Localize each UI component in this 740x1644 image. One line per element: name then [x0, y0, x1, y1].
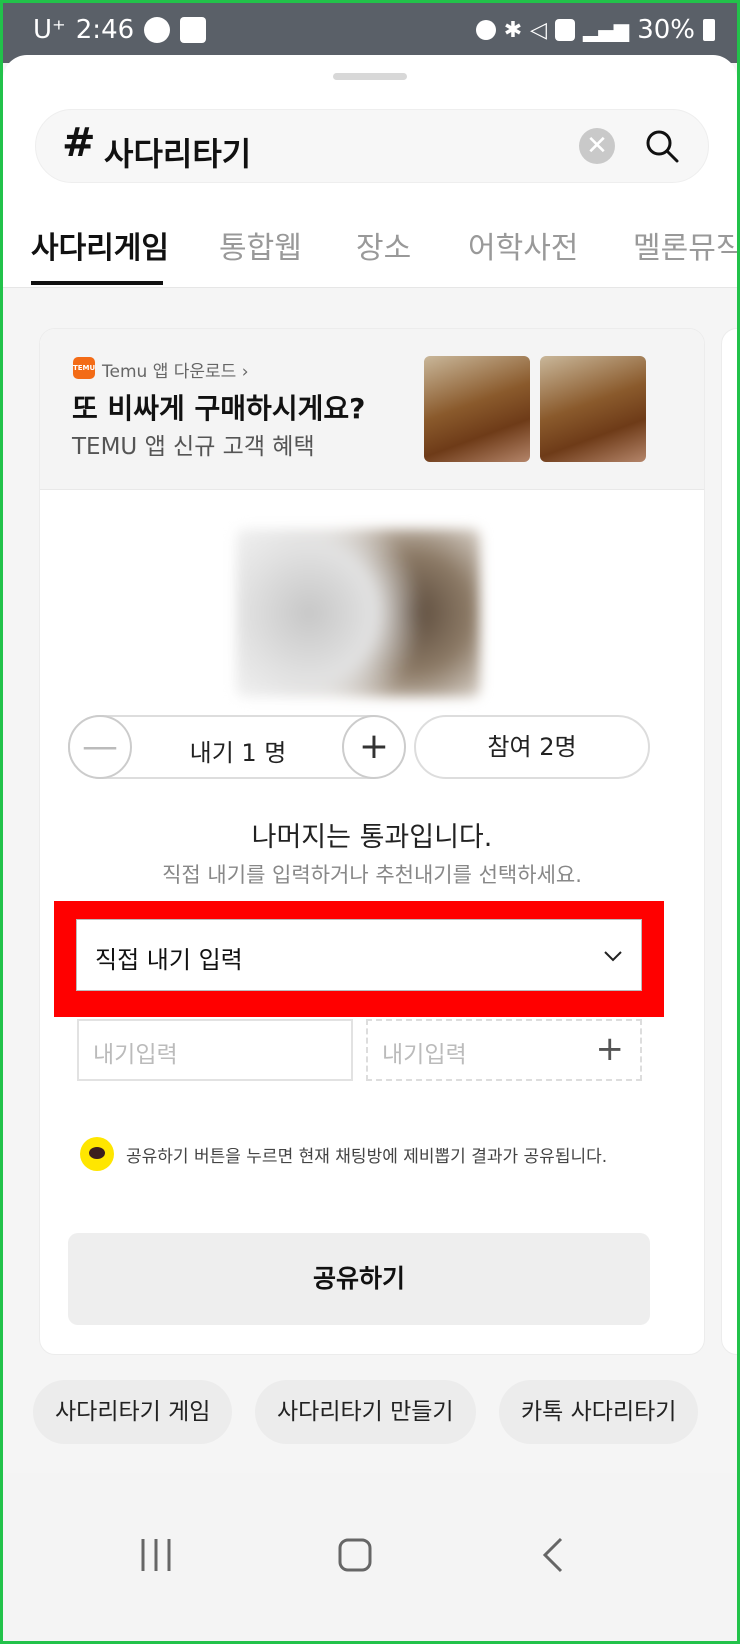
search-bar[interactable]: # 사다리타기 ✕: [35, 109, 709, 183]
ad-banner[interactable]: TEMU Temu 앱 다운로드 › 또 비싸게 구매하시게요? TEMU 앱 …: [40, 329, 704, 490]
search-sheet: # 사다리타기 ✕ 사다리게임 통합웹 장소 어학사전 멜론뮤직 TEMU Te…: [3, 55, 737, 1555]
ad-description: TEMU 앱 신규 고객 혜택: [72, 434, 315, 460]
share-notice-text: 공유하기 버튼을 누르면 현재 채팅방에 제비뽑기 결과가 공유됩니다.: [126, 1146, 608, 1167]
dropdown-label: 직접 내기 입력: [95, 946, 243, 974]
increase-button[interactable]: +: [342, 715, 406, 779]
results-area: TEMU Temu 앱 다운로드 › 또 비싸게 구매하시게요? TEMU 앱 …: [3, 288, 737, 1555]
mute-icon: ◁: [530, 17, 548, 43]
bluetooth-icon: ✱: [503, 17, 523, 43]
bet-input-1[interactable]: 내기입력: [77, 1019, 353, 1081]
ad-image-cabinet-2[interactable]: [540, 356, 646, 462]
search-input[interactable]: 사다리타기: [104, 129, 251, 175]
tab-dictionary[interactable]: 어학사전: [468, 223, 578, 267]
5g-icon: [555, 19, 576, 41]
ad-source-link[interactable]: Temu 앱 다운로드 ›: [102, 357, 249, 382]
search-icon[interactable]: [642, 126, 682, 166]
active-tab-indicator: [31, 281, 163, 285]
share-notice: 공유하기 버튼을 누르면 현재 채팅방에 제비뽑기 결과가 공유됩니다.: [80, 1137, 680, 1171]
battery-icon: [703, 19, 715, 41]
signal-icon: ▂▄▆: [583, 18, 630, 42]
battery-level: 30%: [637, 15, 695, 45]
tab-ladder-game[interactable]: 사다리게임: [31, 223, 169, 267]
related-chip-kakao-ladder[interactable]: 카톡 사다리타기: [499, 1380, 699, 1444]
kakao-talk-icon: [80, 1137, 114, 1171]
rest-pass-text: 나머지는 통과입니다.: [251, 822, 493, 853]
bet-input-2-placeholder: 내기입력: [382, 1042, 467, 1068]
guide-text: 직접 내기를 입력하거나 추천내기를 선택하세요.: [162, 863, 582, 887]
alarm-icon: [475, 20, 496, 40]
temu-logo-icon: TEMU: [73, 357, 95, 379]
phone-screen: U⁺ 2:46 ✱ ◁ ▂▄▆ 30% # 사다리타기 ✕ 사다리게임 통합웹 …: [3, 3, 737, 1641]
add-bet-icon[interactable]: +: [596, 1029, 625, 1069]
close-icon: ✕: [586, 131, 608, 161]
hashtag-icon: #: [62, 120, 96, 166]
bet-count-stepper: 내기 1 명 — +: [68, 715, 406, 779]
related-chip-make-ladder[interactable]: 사다리타기 만들기: [255, 1380, 476, 1444]
next-card-peek[interactable]: [721, 328, 737, 1355]
bet-type-dropdown[interactable]: 직접 내기 입력: [76, 919, 642, 991]
related-chip-ladder-game[interactable]: 사다리타기 게임: [33, 1380, 233, 1444]
participants-button[interactable]: 참여 2명: [414, 715, 650, 779]
related-searches: 사다리타기 게임 사다리타기 만들기 카톡 사다리타기: [3, 1380, 737, 1444]
sheet-drag-handle[interactable]: [333, 73, 407, 80]
tab-bar: 사다리게임 통합웹 장소 어학사전 멜론뮤직: [3, 207, 737, 288]
highlight-box: 직접 내기 입력: [54, 901, 664, 1017]
carrier-label: U⁺: [33, 15, 66, 45]
system-nav-bar: [3, 1473, 737, 1641]
home-icon[interactable]: [337, 1535, 373, 1575]
tab-melon-music[interactable]: 멜론뮤직: [633, 223, 737, 267]
back-icon[interactable]: [541, 1535, 565, 1575]
status-time: 2:46: [75, 15, 135, 45]
tab-places[interactable]: 장소: [356, 223, 411, 267]
ad-title: 또 비싸게 구매하시게요?: [72, 392, 366, 425]
bet-input-1-placeholder: 내기입력: [93, 1042, 178, 1068]
tab-integrated-web[interactable]: 통합웹: [219, 223, 302, 267]
ladder-game-card: TEMU Temu 앱 다운로드 › 또 비싸게 구매하시게요? TEMU 앱 …: [39, 328, 705, 1355]
clear-search-button[interactable]: ✕: [579, 128, 615, 164]
bet-input-2[interactable]: 내기입력 +: [366, 1019, 642, 1081]
participant-avatars-blurred: [236, 529, 480, 697]
ad-image-cabinet-1[interactable]: [424, 356, 530, 462]
decrease-button[interactable]: —: [68, 715, 132, 779]
status-bar: U⁺ 2:46 ✱ ◁ ▂▄▆ 30%: [3, 3, 737, 63]
talk-notification-icon: [144, 17, 171, 43]
chevron-down-icon: [604, 951, 622, 962]
image-notification-icon: [180, 17, 207, 43]
recent-apps-icon[interactable]: [139, 1535, 173, 1575]
share-button[interactable]: 공유하기: [68, 1233, 650, 1325]
